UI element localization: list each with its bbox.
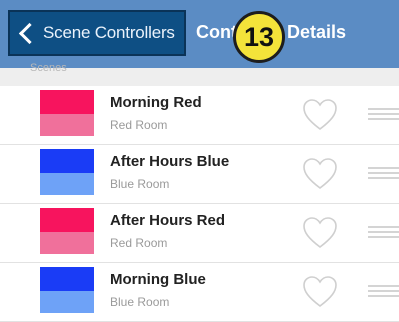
section-header: Scenes xyxy=(0,62,399,86)
scene-list: Morning Red Red Room After Hours Blue Bl… xyxy=(0,86,399,322)
scene-color-swatch xyxy=(40,267,94,313)
heart-outline-icon[interactable] xyxy=(302,216,338,250)
scene-color-swatch xyxy=(40,90,94,136)
drag-handle-icon[interactable] xyxy=(368,226,399,240)
nav-bar: Scene Controllers Controller Details 13 xyxy=(0,0,399,68)
scene-room: Red Room xyxy=(110,236,168,250)
heart-outline-icon[interactable] xyxy=(302,98,338,132)
scene-row[interactable]: Morning Red Red Room xyxy=(0,86,399,145)
scene-room: Red Room xyxy=(110,118,168,132)
scene-name: After Hours Red xyxy=(110,212,226,229)
scene-name: After Hours Blue xyxy=(110,153,230,170)
swatch-top xyxy=(40,90,94,114)
drag-handle-icon[interactable] xyxy=(368,108,399,122)
swatch-top xyxy=(40,149,94,173)
heart-outline-icon[interactable] xyxy=(302,157,338,191)
scene-room: Blue Room xyxy=(110,177,170,191)
back-button[interactable]: Scene Controllers xyxy=(8,10,186,56)
scene-color-swatch xyxy=(40,208,94,254)
heart-outline-icon[interactable] xyxy=(302,275,338,309)
swatch-bottom xyxy=(40,291,94,313)
scene-room: Blue Room xyxy=(110,295,170,309)
section-label: Scenes xyxy=(30,62,67,74)
step-badge: 13 xyxy=(233,11,285,63)
swatch-bottom xyxy=(40,232,94,254)
scene-name: Morning Red xyxy=(110,94,202,111)
drag-handle-icon[interactable] xyxy=(368,285,399,299)
scene-color-swatch xyxy=(40,149,94,195)
swatch-bottom xyxy=(40,114,94,136)
drag-handle-icon[interactable] xyxy=(368,167,399,181)
swatch-top xyxy=(40,208,94,232)
scene-row[interactable]: Morning Blue Blue Room xyxy=(0,263,399,322)
scene-row[interactable]: After Hours Red Red Room xyxy=(0,204,399,263)
chevron-left-icon xyxy=(18,22,41,44)
scene-name: Morning Blue xyxy=(110,271,206,288)
scene-row[interactable]: After Hours Blue Blue Room xyxy=(0,145,399,204)
swatch-top xyxy=(40,267,94,291)
back-button-label: Scene Controllers xyxy=(43,23,175,42)
swatch-bottom xyxy=(40,173,94,195)
